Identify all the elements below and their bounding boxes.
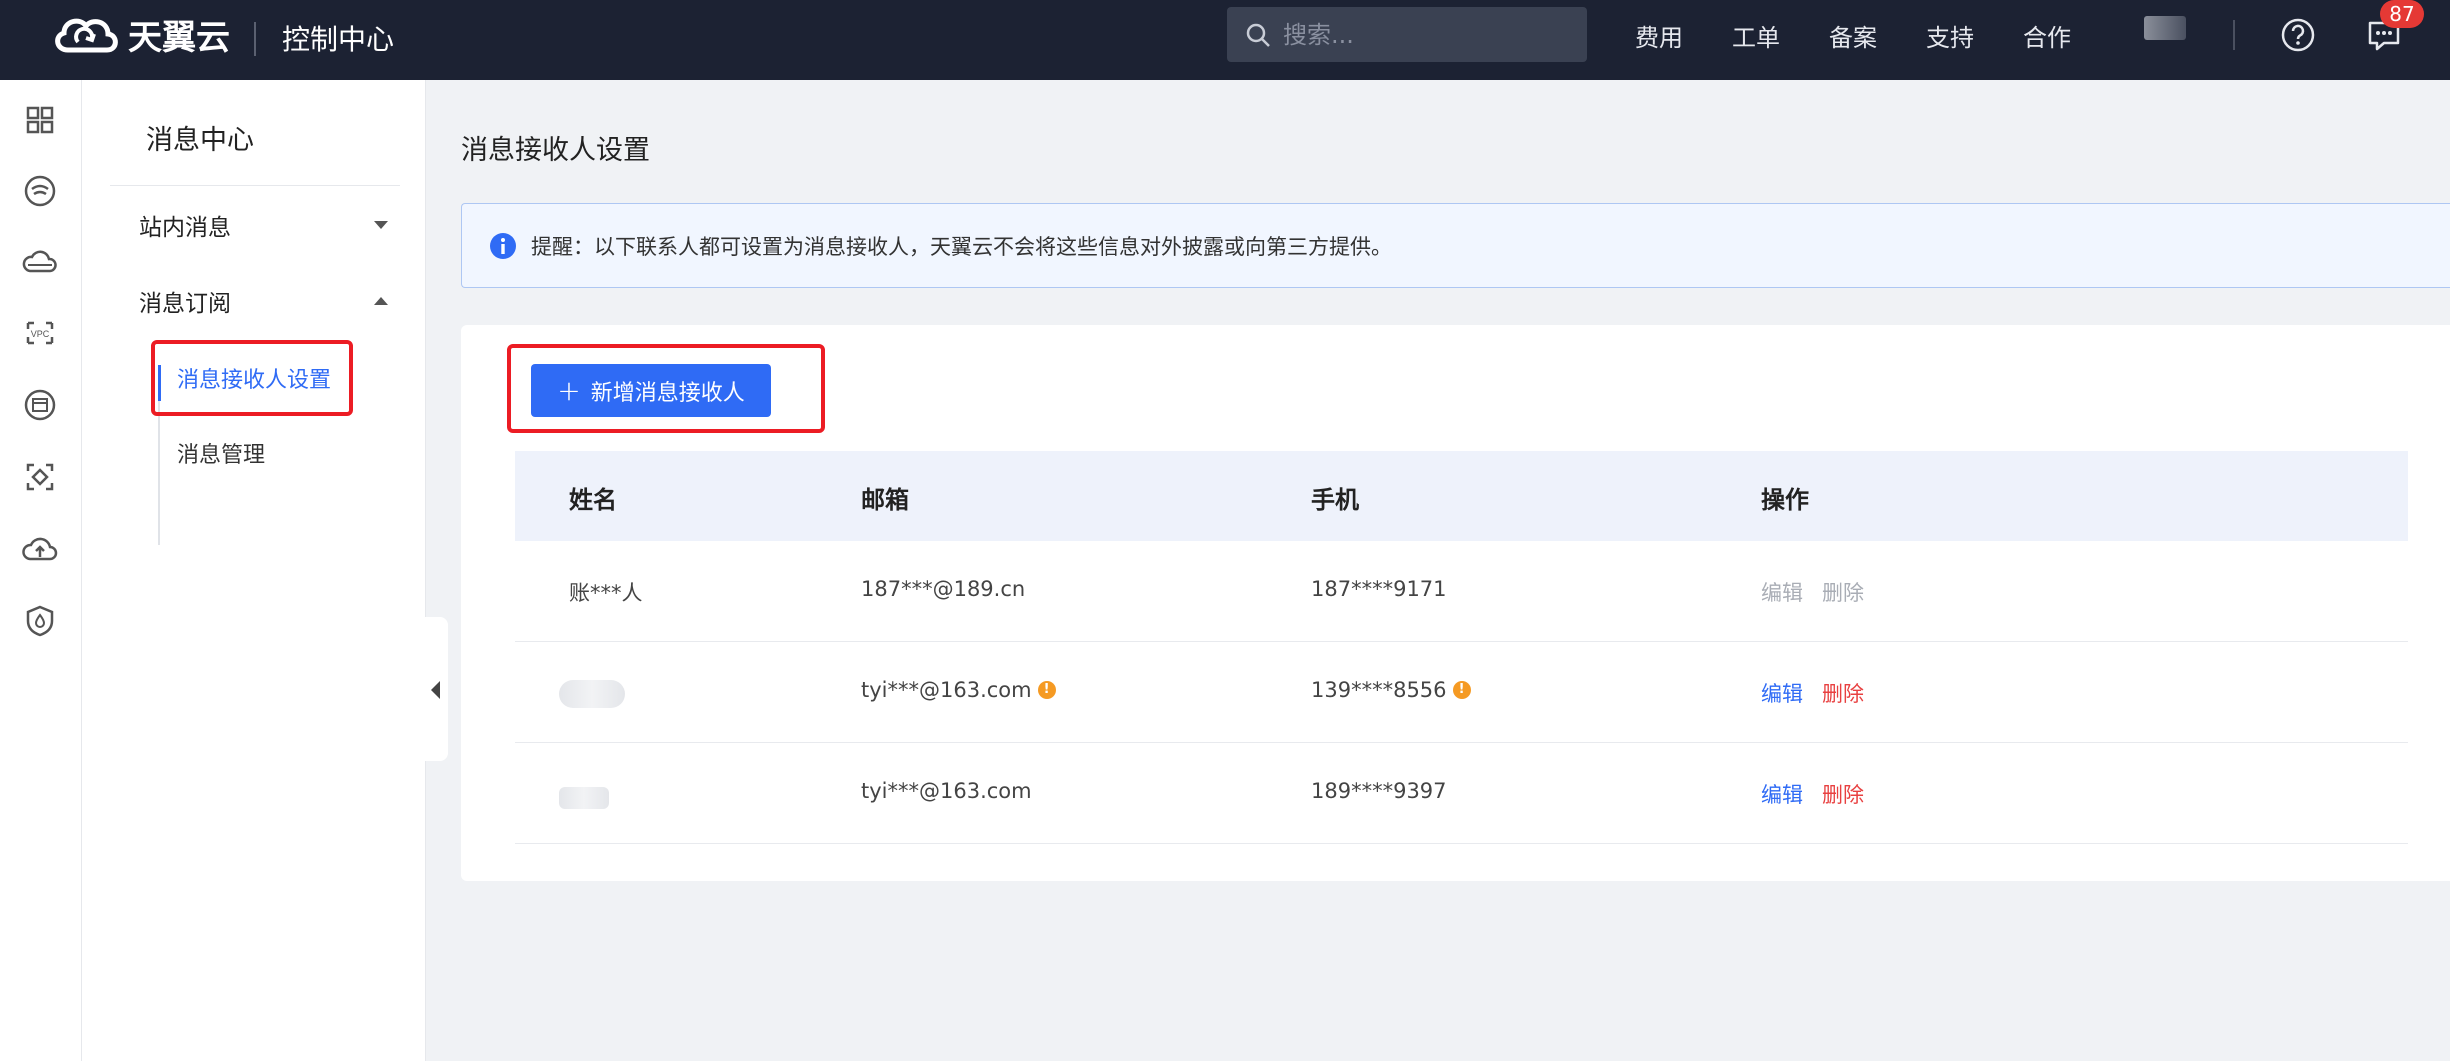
chevron-up-icon[interactable] — [374, 297, 388, 305]
delete-button[interactable]: 删除 — [1822, 678, 1864, 708]
sidebar-divider — [110, 185, 400, 186]
notification-badge: 87 — [2380, 0, 2424, 28]
blurred-name — [559, 680, 625, 708]
recipient-email: tyi***@163.com — [861, 678, 1032, 702]
warning-icon[interactable]: ! — [1037, 681, 1056, 699]
recipient-phone: 189****9397 — [1311, 779, 1447, 803]
speed-icon[interactable] — [20, 171, 60, 211]
column-email: 邮箱 — [861, 486, 909, 514]
cloud-logo-icon — [55, 18, 118, 52]
delete-button[interactable]: 删除 — [1822, 779, 1864, 809]
console-title[interactable]: 控制中心 — [282, 18, 394, 58]
nav-support[interactable]: 支持 — [1926, 18, 1974, 53]
page-title: 消息接收人设置 — [461, 135, 650, 166]
logo[interactable]: 天翼云 — [50, 10, 230, 59]
recipient-phone: 139****8556 — [1311, 678, 1447, 702]
sidebar-group-subscription[interactable]: 消息订阅 — [139, 284, 231, 318]
edit-button: 编辑 — [1761, 581, 1803, 605]
recipient-email: 187***@189.cn — [861, 577, 1026, 601]
cloud-upload-icon[interactable] — [20, 529, 60, 569]
header-divider-right — [2233, 20, 2235, 50]
scan-icon[interactable] — [20, 457, 60, 497]
secondary-sidebar: 消息中心 站内消息 消息订阅 消息接收人设置 消息管理 — [82, 80, 426, 1061]
notice-text: 提醒：以下联系人都可设置为消息接收人，天翼云不会将这些信息对外披露或向第三方提供… — [531, 234, 1392, 259]
svg-text:VPC: VPC — [31, 329, 50, 339]
delete-button: 删除 — [1822, 581, 1864, 605]
table-header: 姓名 邮箱 手机 操作 — [515, 451, 2408, 541]
edit-button[interactable]: 编辑 — [1761, 678, 1803, 708]
sidebar-item-message-management[interactable]: 消息管理 — [177, 437, 265, 469]
column-phone: 手机 — [1311, 486, 1359, 514]
help-icon[interactable] — [2280, 17, 2316, 53]
table-row: tyi***@163.com 189****9397 编辑 删除 — [515, 743, 2408, 844]
column-actions: 操作 — [1761, 486, 1809, 514]
table-row: 账***人 187***@189.cn 187****9171 编辑 删除 — [515, 541, 2408, 642]
sidebar-collapse-handle[interactable] — [422, 617, 448, 761]
notice-banner: 提醒：以下联系人都可设置为消息接收人，天翼云不会将这些信息对外披露或向第三方提供… — [461, 203, 2450, 288]
sidebar-group-inbox[interactable]: 站内消息 — [139, 208, 231, 242]
sidebar-title: 消息中心 — [146, 125, 254, 156]
nav-partner[interactable]: 合作 — [2023, 18, 2071, 53]
logo-text: 天翼云 — [128, 18, 230, 58]
info-icon — [490, 232, 516, 259]
warning-icon[interactable]: ! — [1452, 681, 1471, 699]
collapse-arrow-icon — [431, 681, 440, 699]
search-icon — [1246, 23, 1270, 47]
shield-icon[interactable] — [20, 601, 60, 641]
search-box[interactable] — [1227, 7, 1587, 62]
column-name: 姓名 — [569, 486, 617, 514]
top-bar: 天翼云 控制中心 费用 工单 备案 支持 合作 87 — [0, 0, 2450, 80]
window-icon[interactable] — [20, 385, 60, 425]
recipient-email: tyi***@163.com — [861, 779, 1032, 803]
cloud-server-icon[interactable] — [20, 243, 60, 283]
nav-filing[interactable]: 备案 — [1829, 18, 1877, 53]
table-row: tyi***@163.com! 139****8556! 编辑 删除 — [515, 642, 2408, 743]
edit-button[interactable]: 编辑 — [1761, 779, 1803, 809]
chevron-down-icon[interactable] — [374, 221, 388, 229]
grid-icon[interactable] — [20, 100, 60, 140]
blurred-name — [559, 787, 609, 809]
recipient-name: 账***人 — [569, 581, 643, 605]
search-input[interactable] — [1283, 20, 1563, 49]
recipient-phone: 187****9171 — [1311, 577, 1447, 601]
header-divider — [254, 22, 256, 56]
vpc-icon[interactable]: VPC — [20, 313, 60, 353]
highlight-box-menu — [151, 340, 353, 416]
nav-tickets[interactable]: 工单 — [1732, 18, 1780, 53]
recipient-email-wrap: tyi***@163.com! — [861, 678, 1056, 702]
recipient-phone-wrap: 139****8556! — [1311, 678, 1471, 702]
nav-billing[interactable]: 费用 — [1635, 18, 1683, 53]
avatar[interactable] — [2144, 16, 2186, 40]
highlight-box-button — [507, 344, 825, 433]
icon-rail: VPC — [0, 80, 82, 1061]
